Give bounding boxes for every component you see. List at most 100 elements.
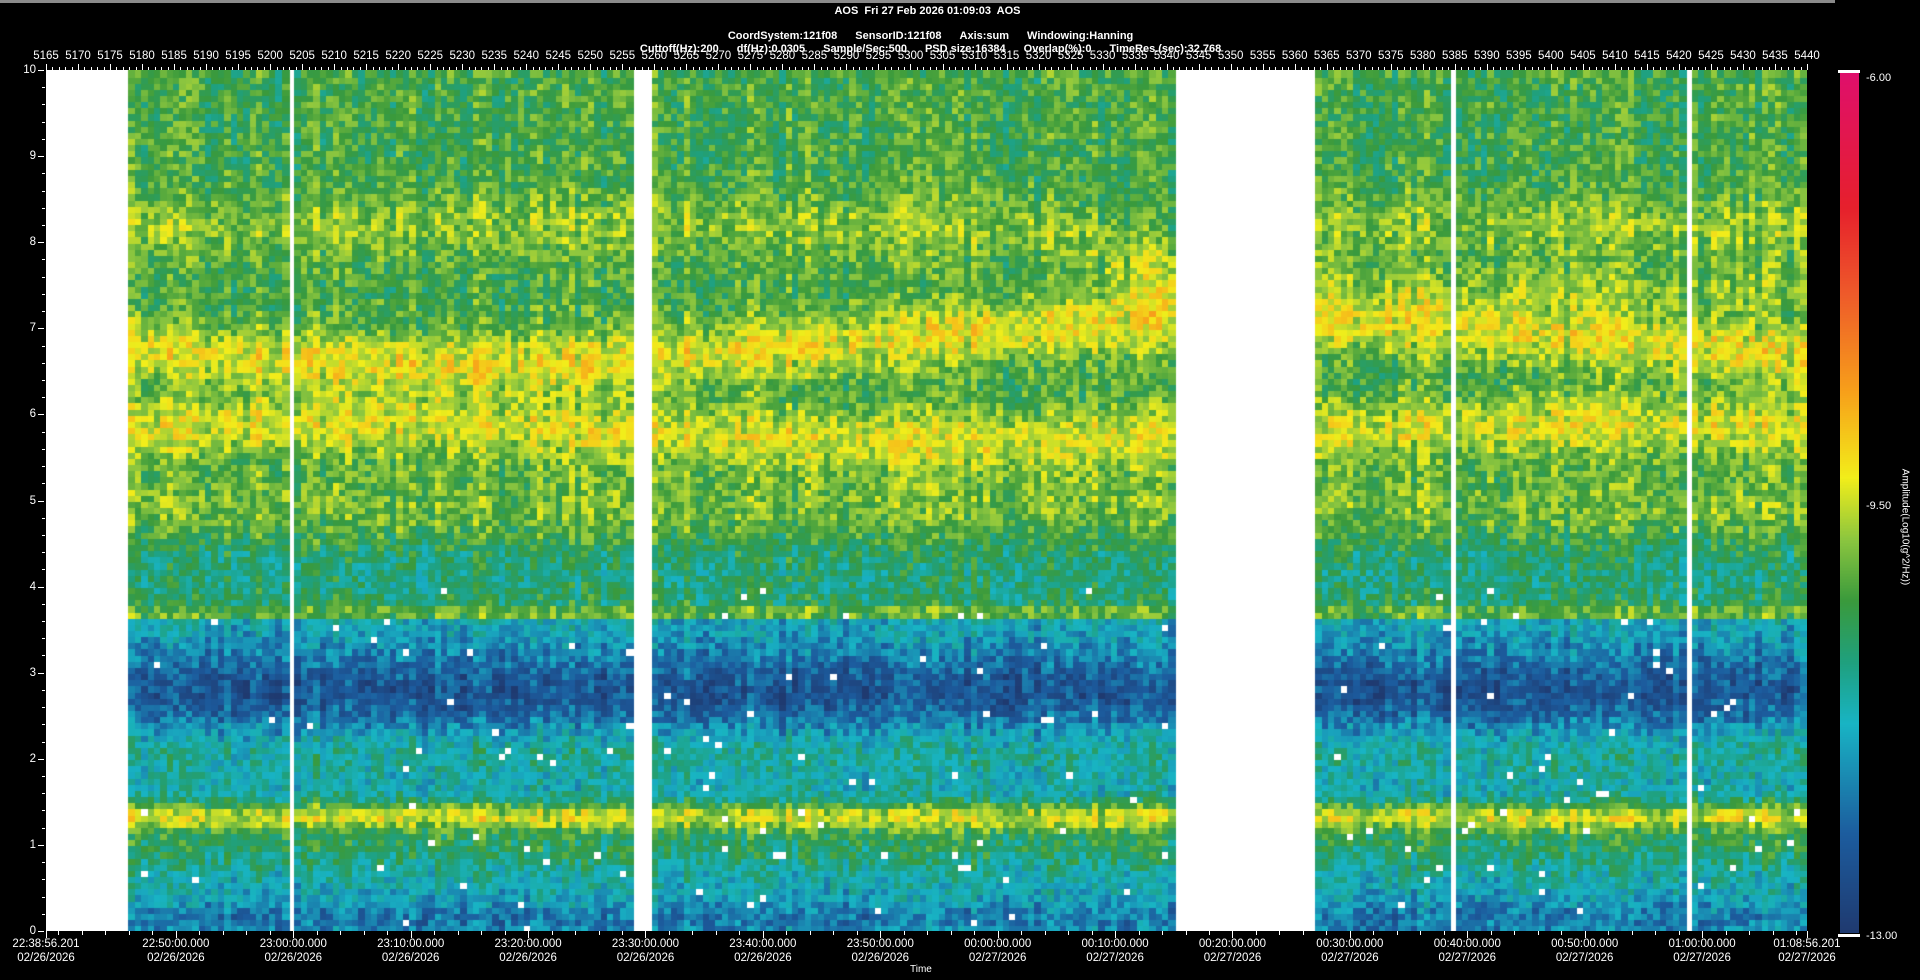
- y-tick-label: 0: [29, 925, 36, 937]
- x-tick-label: 5400: [1538, 50, 1564, 62]
- y-tick: [42, 311, 45, 312]
- x-tick-label: 5425: [1698, 50, 1724, 62]
- y-tick-label: 5: [29, 494, 36, 507]
- time-tick-minor: [58, 931, 59, 935]
- time-tick-label: 23:20:00.000 02/26/2026: [495, 937, 562, 965]
- x-tick-label: 5440: [1794, 50, 1820, 62]
- x-tick-label: 5345: [1185, 50, 1212, 62]
- x-tick-label: 5390: [1474, 50, 1500, 62]
- time-label: 23:30:00.000: [611, 938, 680, 950]
- time-tick-minor: [1256, 931, 1257, 935]
- time-tick-minor: [1538, 931, 1539, 935]
- time-tick-minor: [1561, 931, 1562, 935]
- y-tick: [42, 87, 45, 88]
- x-tick-label: 5340: [1153, 50, 1180, 62]
- x-tick-label: 5215: [353, 50, 379, 62]
- time-tick-label: 00:30:00.000 02/27/2026: [1316, 937, 1383, 965]
- time-tick-label: 23:10:00.000 02/26/2026: [377, 937, 444, 965]
- x-tick-label: 5260: [641, 50, 668, 62]
- y-tick: [42, 294, 45, 295]
- time-label: 00:40:00.000: [1433, 938, 1501, 950]
- date-label: 02/26/2026: [17, 952, 75, 964]
- date-label: 02/26/2026: [147, 952, 205, 964]
- y-tick: [42, 552, 45, 553]
- y-tick: [38, 501, 44, 502]
- y-tick-label: 4: [29, 580, 36, 593]
- time-tick-minor: [340, 931, 341, 935]
- x-tick-label: 5235: [481, 50, 508, 62]
- time-tick-minor: [1608, 931, 1609, 935]
- y-tick: [42, 380, 45, 381]
- y-tick-label: 3: [29, 666, 36, 679]
- time-tick-label: 23:00:00.000 02/26/2026: [260, 937, 327, 965]
- time-tick-minor: [176, 931, 177, 935]
- colorbar-label-min: -13.00: [1866, 930, 1898, 942]
- y-tick: [42, 742, 45, 743]
- time-label: 23:10:00.000: [377, 938, 445, 950]
- x-tick-label: 5315: [993, 50, 1020, 62]
- x-tick-label: 5165: [33, 50, 59, 62]
- y-tick: [42, 604, 45, 605]
- time-tick-minor: [1420, 931, 1421, 935]
- x-tick-label: 5280: [769, 50, 796, 62]
- x-tick-label: 5240: [513, 50, 540, 62]
- time-tick-minor: [1679, 931, 1680, 935]
- time-tick-minor: [199, 931, 200, 935]
- time-tick-minor: [1491, 931, 1492, 935]
- x-tick-label: 5320: [1025, 50, 1052, 62]
- time-tick-minor: [481, 931, 482, 935]
- x-tick-label: 5355: [1249, 50, 1276, 62]
- spectrogram-heatmap: [46, 70, 1807, 931]
- x-tick-label: 5375: [1377, 50, 1404, 62]
- time-tick-minor: [1139, 931, 1140, 935]
- time-label: 23:20:00.000: [494, 938, 562, 950]
- time-tick-minor: [1585, 931, 1586, 935]
- time-tick-label: 23:40:00.000 02/26/2026: [729, 937, 796, 965]
- x-tick-label: 5300: [897, 50, 924, 62]
- time-tick-minor: [833, 931, 834, 935]
- y-tick: [38, 673, 44, 674]
- window-top-border: [0, 0, 1835, 3]
- y-tick: [38, 845, 44, 846]
- y-tick-label: 8: [29, 236, 36, 249]
- time-label: 22:50:00.000: [142, 938, 210, 950]
- time-tick-minor: [599, 931, 600, 935]
- time-tick-minor: [1350, 931, 1351, 935]
- x-tick-label: 5175: [97, 50, 123, 62]
- time-tick-minor: [1186, 931, 1187, 935]
- time-tick-minor: [1021, 931, 1022, 935]
- time-tick-minor: [1796, 931, 1797, 935]
- y-tick-label: 1: [29, 838, 36, 851]
- x-tick-label: 5210: [321, 50, 347, 62]
- time-label: 22:38:56.201: [12, 938, 80, 950]
- time-tick-minor: [152, 931, 153, 935]
- x-tick-label: 5255: [609, 50, 636, 62]
- date-label: 02/27/2026: [1203, 952, 1262, 964]
- time-tick-minor: [246, 931, 247, 935]
- y-tick: [42, 776, 45, 777]
- time-tick-minor: [739, 931, 740, 935]
- x-tick-label: 5275: [737, 50, 764, 62]
- y-tick: [38, 931, 44, 932]
- time-tick-minor: [270, 931, 271, 935]
- date-label: 02/27/2026: [1438, 952, 1497, 964]
- x-tick-label: 5395: [1506, 50, 1532, 62]
- time-tick-major: [1807, 931, 1808, 938]
- time-tick-minor: [528, 931, 529, 935]
- x-tick-label: 5305: [929, 50, 956, 62]
- spectrogram-plot[interactable]: [46, 70, 1807, 931]
- date-label: 02/26/2026: [734, 952, 792, 964]
- x-tick-label: 5410: [1602, 50, 1628, 62]
- x-tick-label: 5335: [1121, 50, 1148, 62]
- y-tick: [42, 518, 45, 519]
- y-tick: [42, 225, 45, 226]
- time-tick-minor: [293, 931, 294, 935]
- time-label: 23:00:00.000: [259, 938, 327, 950]
- time-tick-minor: [880, 931, 881, 935]
- time-label: 00:20:00.000: [1198, 938, 1267, 950]
- y-tick: [38, 414, 44, 415]
- y-tick: [38, 759, 44, 760]
- y-tick: [42, 122, 45, 123]
- y-tick: [42, 139, 45, 140]
- date-label: 02/26/2026: [499, 952, 557, 964]
